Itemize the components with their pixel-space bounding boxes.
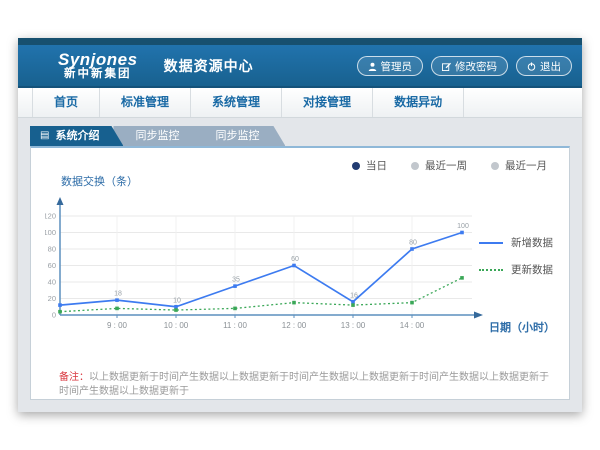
admin-button[interactable]: 管理员 [357, 56, 424, 76]
y-tick-label: 40 [48, 278, 56, 287]
y-tick-label: 120 [45, 212, 56, 221]
chart-x-axis-title: 日期（小时） [489, 319, 555, 335]
x-tick-label: 9 : 00 [107, 321, 128, 330]
x-tick-label: 14 : 00 [400, 321, 425, 330]
power-icon [527, 62, 536, 71]
series-point [174, 308, 178, 312]
admin-button-label: 管理员 [381, 59, 413, 74]
user-icon [368, 62, 377, 71]
edit-icon [442, 62, 451, 71]
series-point [58, 303, 62, 307]
point-value-label: 100 [457, 223, 469, 230]
legend-line-solid-icon [479, 242, 503, 244]
filter-option-label: 最近一月 [505, 158, 547, 173]
header-top-strip [18, 38, 582, 45]
y-tick-label: 20 [48, 294, 56, 303]
filter-option-last-month[interactable]: 最近一月 [491, 158, 547, 173]
series-point [292, 264, 296, 268]
filter-option-last-week[interactable]: 最近一周 [411, 158, 467, 173]
legend-item-updated-data[interactable]: 更新数据 [479, 262, 553, 277]
point-value-label: 35 [232, 277, 240, 284]
tab-content-panel: 当日 最近一周 最近一月 数据交换（条） 0 20 40 60 80 100 120 9 : … [30, 146, 570, 400]
nav-item-interface-mgmt[interactable]: 对接管理 [282, 88, 373, 117]
x-tick-label: 12 : 00 [282, 321, 307, 330]
series-point [233, 307, 237, 311]
filter-option-label: 当日 [366, 158, 387, 173]
series-point [58, 310, 62, 314]
brand-name: Synjones [58, 51, 138, 69]
logout-button-label: 退出 [540, 59, 561, 74]
logout-button[interactable]: 退出 [516, 56, 572, 76]
point-value-label: 80 [409, 240, 417, 247]
change-password-button-label: 修改密码 [455, 59, 497, 74]
filter-option-label: 最近一周 [425, 158, 467, 173]
radio-icon [352, 162, 360, 170]
chart-y-axis-title: 数据交换（条） [61, 173, 569, 189]
tab-sync-monitor-2[interactable]: 同步监控 [193, 126, 285, 146]
series-point [460, 231, 464, 235]
series-point [351, 300, 355, 304]
legend-line-dotted-icon [479, 269, 503, 271]
time-range-filter: 当日 最近一周 最近一月 [31, 158, 547, 173]
app-window: Synjones 新中新集团 数据资源中心 管理员 修改密码 退出 [18, 38, 582, 412]
series-point [174, 305, 178, 309]
nav-item-system-mgmt[interactable]: 系统管理 [191, 88, 282, 117]
footer-note-prefix: 备注： [59, 372, 89, 383]
nav-item-data-change[interactable]: 数据异动 [373, 88, 464, 117]
chart-legend: 新增数据 更新数据 [479, 235, 553, 277]
series-point [115, 298, 119, 302]
radio-icon [491, 162, 499, 170]
tab-system-intro-label: 系统介绍 [55, 126, 99, 146]
y-tick-label: 100 [45, 228, 56, 237]
series-point [292, 301, 296, 305]
line-chart: 0 20 40 60 80 100 120 9 : 00 10 : 00 11 : 00 12 : … [45, 193, 495, 338]
header-actions: 管理员 修改密码 退出 [357, 56, 573, 76]
legend-label: 更新数据 [511, 262, 553, 277]
content-area: ▤ 系统介绍 同步监控 同步监控 当日 最近一周 最近一月 [18, 118, 582, 412]
x-axis-arrow-icon [474, 312, 483, 319]
series-point [410, 301, 414, 305]
change-password-button[interactable]: 修改密码 [431, 56, 508, 76]
nav-item-standard-mgmt[interactable]: 标准管理 [100, 88, 191, 117]
series-point [115, 307, 119, 311]
series-point [460, 276, 464, 280]
point-value-label: 16 [350, 292, 358, 299]
brand-company: 新中新集团 [58, 68, 138, 80]
tab-sync-monitor-1[interactable]: 同步监控 [113, 126, 205, 146]
legend-item-new-data[interactable]: 新增数据 [479, 235, 553, 250]
tab-system-intro[interactable]: ▤ 系统介绍 [30, 126, 123, 146]
footer-note: 备注：以上数据更新于时间产生数据以上数据更新于时间产生数据以上数据更新于时间产生… [59, 371, 553, 399]
y-tick-label: 0 [52, 311, 56, 320]
chart-area: 0 20 40 60 80 100 120 9 : 00 10 : 00 11 : 00 12 : … [31, 193, 569, 351]
brand-logo: Synjones 新中新集团 [58, 51, 138, 81]
tab-bar: ▤ 系统介绍 同步监控 同步监控 [30, 126, 570, 146]
y-axis-arrow-icon [57, 197, 64, 205]
x-tick-label: 11 : 00 [223, 321, 247, 330]
point-value-label: 18 [114, 291, 122, 298]
x-tick-label: 13 : 00 [341, 321, 366, 330]
main-nav: 首页 标准管理 系统管理 对接管理 数据异动 [18, 88, 582, 118]
point-value-label: 60 [291, 256, 299, 263]
y-tick-label: 60 [48, 261, 56, 270]
footer-note-text: 以上数据更新于时间产生数据以上数据更新于时间产生数据以上数据更新于时间产生数据以… [59, 372, 549, 397]
app-title: 数据资源中心 [164, 56, 254, 76]
y-tick-label: 80 [48, 245, 56, 254]
filter-option-today[interactable]: 当日 [352, 158, 387, 173]
radio-icon [411, 162, 419, 170]
nav-item-home[interactable]: 首页 [32, 88, 100, 117]
series-point [351, 303, 355, 307]
app-header: Synjones 新中新集团 数据资源中心 管理员 修改密码 退出 [18, 45, 582, 88]
x-tick-label: 10 : 00 [164, 321, 189, 330]
point-value-label: 10 [173, 297, 181, 304]
legend-label: 新增数据 [511, 235, 553, 250]
series-point [233, 284, 237, 288]
document-icon: ▤ [40, 126, 49, 146]
series-point [410, 247, 414, 251]
